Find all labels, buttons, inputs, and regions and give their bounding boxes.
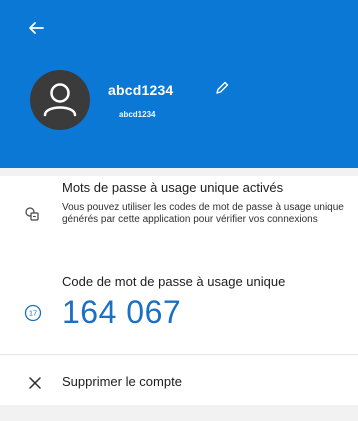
section-spacer (0, 168, 358, 176)
otp-enabled-title: Mots de passe à usage unique activés (62, 180, 284, 195)
otp-code-label: Code de mot de passe à usage unique (62, 274, 286, 289)
timer-seconds: 17 (29, 309, 37, 318)
account-header: abcd1234 abcd1234 (0, 0, 358, 168)
pencil-icon (216, 81, 229, 94)
avatar (30, 70, 90, 130)
delete-account-button[interactable]: Supprimer le compte (0, 355, 358, 405)
bottom-spacer (0, 405, 358, 421)
otp-code-value: 164 067 (62, 294, 182, 330)
edit-account-button[interactable] (214, 80, 230, 96)
close-icon (28, 376, 42, 390)
timer-icon: 17 (24, 304, 42, 322)
otp-icon (24, 206, 42, 224)
otp-enabled-description: Vous pouvez utiliser les codes de mot de… (62, 202, 344, 225)
account-subtitle: abcd1234 (119, 110, 156, 119)
back-arrow-icon (29, 22, 44, 34)
account-name: abcd1234 (108, 82, 174, 98)
delete-account-label: Supprimer le compte (62, 374, 182, 389)
back-button[interactable] (24, 16, 48, 40)
otp-section: Mots de passe à usage unique activés Vou… (0, 176, 358, 346)
user-icon (43, 83, 77, 117)
